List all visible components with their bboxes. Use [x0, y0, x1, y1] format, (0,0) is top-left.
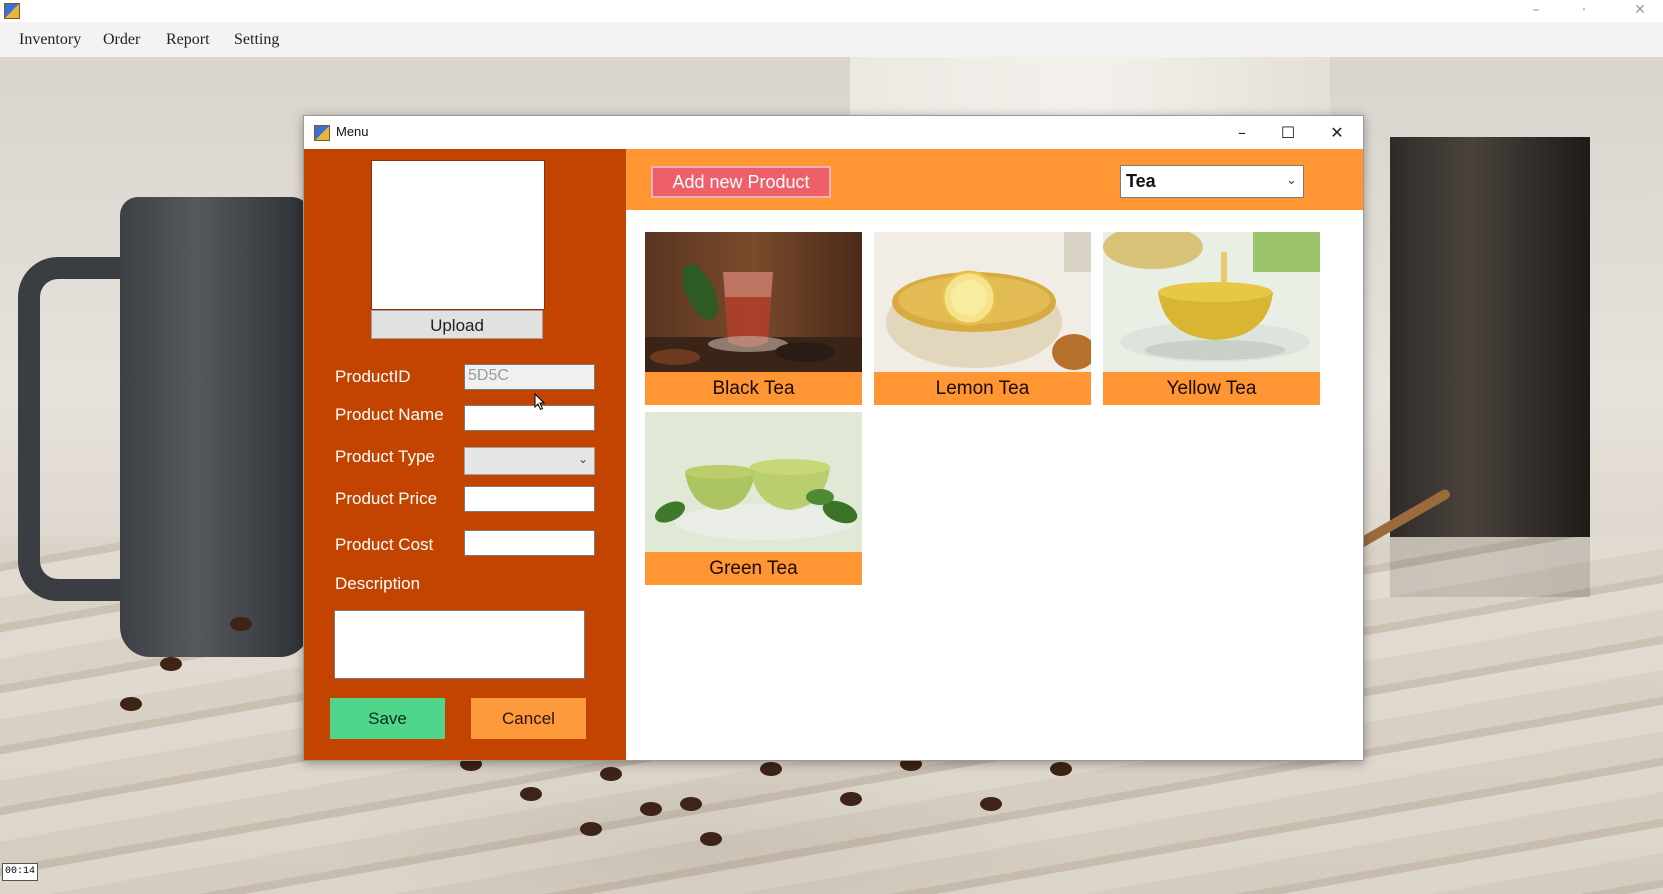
product-id-label: ProductID: [335, 367, 411, 386]
maximize-button[interactable]: ☐: [1265, 116, 1311, 149]
category-select[interactable]: Tea ⌄: [1120, 165, 1304, 198]
product-price-field[interactable]: [464, 486, 595, 512]
close-button[interactable]: ✕: [1314, 116, 1360, 149]
green-tea-image: [645, 412, 862, 552]
product-image-preview: [371, 160, 545, 310]
product-card-black-tea[interactable]: Black Tea: [645, 232, 862, 405]
main-close-button[interactable]: ✕: [1620, 0, 1660, 22]
menu-report[interactable]: Report: [166, 31, 210, 49]
product-cost-label: Product Cost: [335, 535, 434, 554]
menu-window: Menu – ☐ ✕ Upload ProductID 5D5C Product…: [303, 115, 1364, 761]
product-name: Black Tea: [712, 378, 795, 399]
black-tea-image: [645, 232, 862, 372]
menu-window-title: Menu: [336, 124, 369, 139]
main-minimize-button[interactable]: –: [1516, 0, 1556, 22]
upload-button[interactable]: Upload: [371, 310, 543, 339]
catalog-header: Add new Product Tea ⌄: [626, 149, 1363, 210]
yellow-tea-image: [1103, 232, 1320, 372]
category-select-value: Tea: [1126, 171, 1156, 191]
product-form-panel: Upload ProductID 5D5C Product Name Produ…: [304, 149, 626, 760]
product-name: Green Tea: [709, 558, 798, 579]
product-cost-field[interactable]: [464, 530, 595, 556]
product-card-lemon-tea[interactable]: Lemon Tea: [874, 232, 1091, 405]
description-field[interactable]: [334, 610, 585, 679]
menu-inventory[interactable]: Inventory: [19, 31, 81, 49]
save-button[interactable]: Save: [330, 698, 445, 739]
lemon-tea-image: [874, 232, 1091, 372]
product-type-select[interactable]: ⌄: [464, 447, 595, 475]
coffee-mug-image: [120, 197, 310, 657]
product-type-label: Product Type: [335, 447, 435, 466]
menubar: Inventory Order Report Setting: [0, 22, 1663, 57]
product-catalog-panel: Add new Product Tea ⌄ Black Tea Lemon Te…: [626, 149, 1363, 760]
description-label: Description: [335, 574, 421, 593]
product-name-label: Product Name: [335, 405, 444, 424]
menu-setting[interactable]: Setting: [234, 31, 279, 49]
chevron-down-icon: ⌄: [577, 452, 588, 466]
video-timestamp: 00:14: [2, 863, 38, 881]
product-name: Yellow Tea: [1166, 378, 1257, 399]
product-price-label: Product Price: [335, 489, 438, 508]
cancel-button[interactable]: Cancel: [471, 698, 586, 739]
app-icon: [4, 3, 20, 19]
product-card-yellow-tea[interactable]: Yellow Tea: [1103, 232, 1320, 405]
product-id-field[interactable]: 5D5C: [464, 364, 595, 390]
product-name-field[interactable]: [464, 405, 595, 431]
product-card-green-tea[interactable]: Green Tea: [645, 412, 862, 585]
main-titlebar: – · ✕: [0, 0, 1663, 22]
chevron-down-icon: ⌄: [1286, 173, 1297, 188]
main-maximize-button[interactable]: ·: [1564, 0, 1604, 22]
add-new-product-button[interactable]: Add new Product: [651, 166, 831, 198]
menu-order[interactable]: Order: [103, 31, 140, 49]
minimize-button[interactable]: –: [1219, 116, 1265, 149]
desktop-screen: – · ✕ Inventory Order Report Setting Men…: [0, 0, 1663, 894]
window-app-icon: [314, 125, 330, 141]
mouse-cursor-icon: [534, 393, 546, 411]
menu-window-titlebar: Menu – ☐ ✕: [304, 116, 1363, 149]
product-name: Lemon Tea: [935, 378, 1030, 399]
